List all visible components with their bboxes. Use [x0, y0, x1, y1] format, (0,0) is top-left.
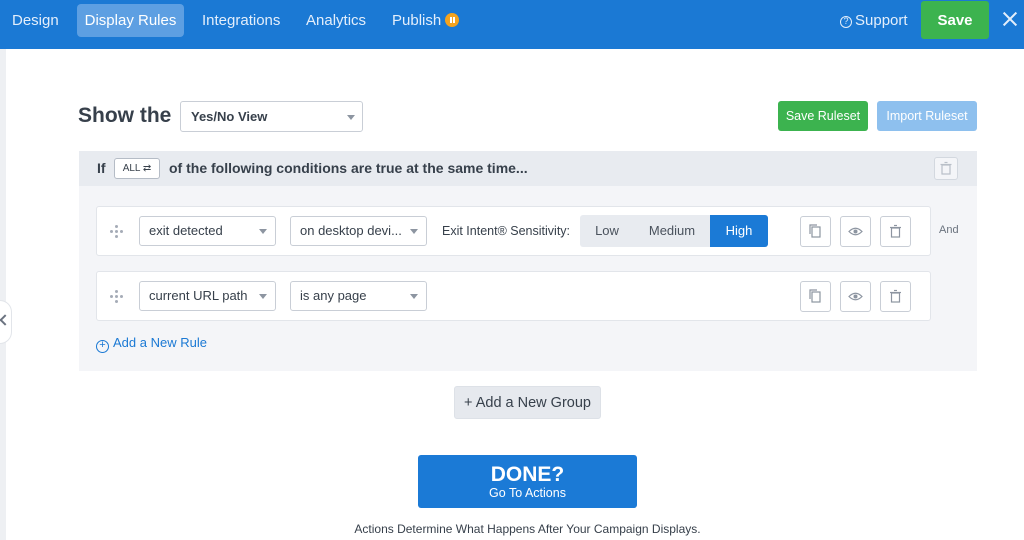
add-rule-label: Add a New Rule — [113, 335, 207, 350]
condition-select[interactable]: current URL path — [139, 281, 276, 311]
preview-rule-button[interactable] — [840, 216, 871, 247]
swap-icon: ⇄ — [142, 163, 152, 174]
left-panel-edge — [0, 49, 6, 540]
drag-handle-icon[interactable] — [110, 225, 124, 239]
eye-icon — [848, 227, 863, 236]
publish-pause-icon — [445, 13, 459, 27]
drag-handle-icon[interactable] — [110, 290, 124, 304]
view-select[interactable]: Yes/No View — [180, 101, 363, 132]
save-button[interactable]: Save — [921, 1, 989, 39]
tab-publish[interactable]: Publish — [392, 0, 441, 49]
rule-row: exit detected on desktop devi... Exit In… — [96, 206, 931, 256]
collapse-sidebar-handle[interactable] — [0, 300, 12, 344]
and-joiner-label: And — [939, 224, 959, 236]
tab-display-rules[interactable]: Display Rules — [77, 4, 184, 37]
add-group-button[interactable]: + Add a New Group — [454, 386, 601, 419]
tab-analytics[interactable]: Analytics — [306, 0, 366, 49]
duplicate-rule-button[interactable] — [800, 216, 831, 247]
view-select-value: Yes/No View — [191, 109, 268, 124]
show-the-label: Show the — [78, 104, 172, 127]
delete-rule-button[interactable] — [880, 216, 911, 247]
support-link[interactable]: ? Support — [840, 0, 908, 41]
match-mode-toggle[interactable]: ALL ⇄ — [114, 158, 160, 179]
sensitivity-label: Exit Intent® Sensitivity: — [442, 224, 571, 238]
done-title: DONE? — [490, 463, 565, 486]
condition-select[interactable]: exit detected — [139, 216, 276, 246]
top-nav-bar: Design Display Rules Integrations Analyt… — [0, 0, 1024, 49]
conditions-text: of the following conditions are true at … — [169, 160, 528, 176]
tab-design[interactable]: Design — [12, 0, 59, 49]
sensitivity-low[interactable]: Low — [580, 215, 634, 247]
delete-group-button[interactable] — [934, 157, 958, 180]
sensitivity-high[interactable]: High — [710, 215, 768, 247]
chevron-down-icon — [410, 294, 418, 299]
plus-circle-icon: + — [96, 340, 109, 353]
operator-value: is any page — [300, 288, 367, 303]
condition-value: current URL path — [149, 288, 248, 303]
match-mode-value: ALL — [122, 163, 141, 174]
close-icon[interactable] — [1000, 9, 1020, 31]
copy-icon — [809, 289, 821, 303]
copy-icon — [809, 224, 821, 238]
trash-icon — [890, 289, 901, 303]
operator-select[interactable]: is any page — [290, 281, 427, 311]
sensitivity-selector: Low Medium High — [580, 215, 768, 247]
import-ruleset-button[interactable]: Import Ruleset — [877, 101, 977, 131]
operator-select[interactable]: on desktop devi... — [290, 216, 427, 246]
operator-value: on desktop devi... — [300, 223, 402, 238]
condition-value: exit detected — [149, 223, 223, 238]
trash-icon — [890, 224, 901, 238]
eye-icon — [848, 292, 863, 301]
add-rule-link[interactable]: + Add a New Rule — [96, 335, 207, 353]
chevron-down-icon — [259, 229, 267, 234]
chevron-left-icon — [0, 314, 11, 326]
sensitivity-medium[interactable]: Medium — [634, 215, 710, 247]
rule-row: current URL path is any page — [96, 271, 931, 321]
save-ruleset-button[interactable]: Save Ruleset — [778, 101, 868, 131]
rule-group-header: If ALL ⇄ of the following conditions are… — [79, 151, 977, 186]
if-label: If — [97, 160, 106, 176]
preview-rule-button[interactable] — [840, 281, 871, 312]
chevron-down-icon — [259, 294, 267, 299]
chevron-down-icon — [347, 115, 355, 120]
rule-group: If ALL ⇄ of the following conditions are… — [79, 151, 977, 371]
support-label: Support — [855, 12, 908, 29]
delete-rule-button[interactable] — [880, 281, 911, 312]
trash-icon — [940, 161, 952, 175]
help-icon: ? — [840, 16, 852, 28]
done-subtitle: Go To Actions — [489, 486, 566, 500]
duplicate-rule-button[interactable] — [800, 281, 831, 312]
actions-note: Actions Determine What Happens After You… — [354, 522, 701, 536]
chevron-down-icon — [410, 229, 418, 234]
go-to-actions-button[interactable]: DONE? Go To Actions — [418, 455, 637, 508]
tab-integrations[interactable]: Integrations — [202, 0, 280, 49]
